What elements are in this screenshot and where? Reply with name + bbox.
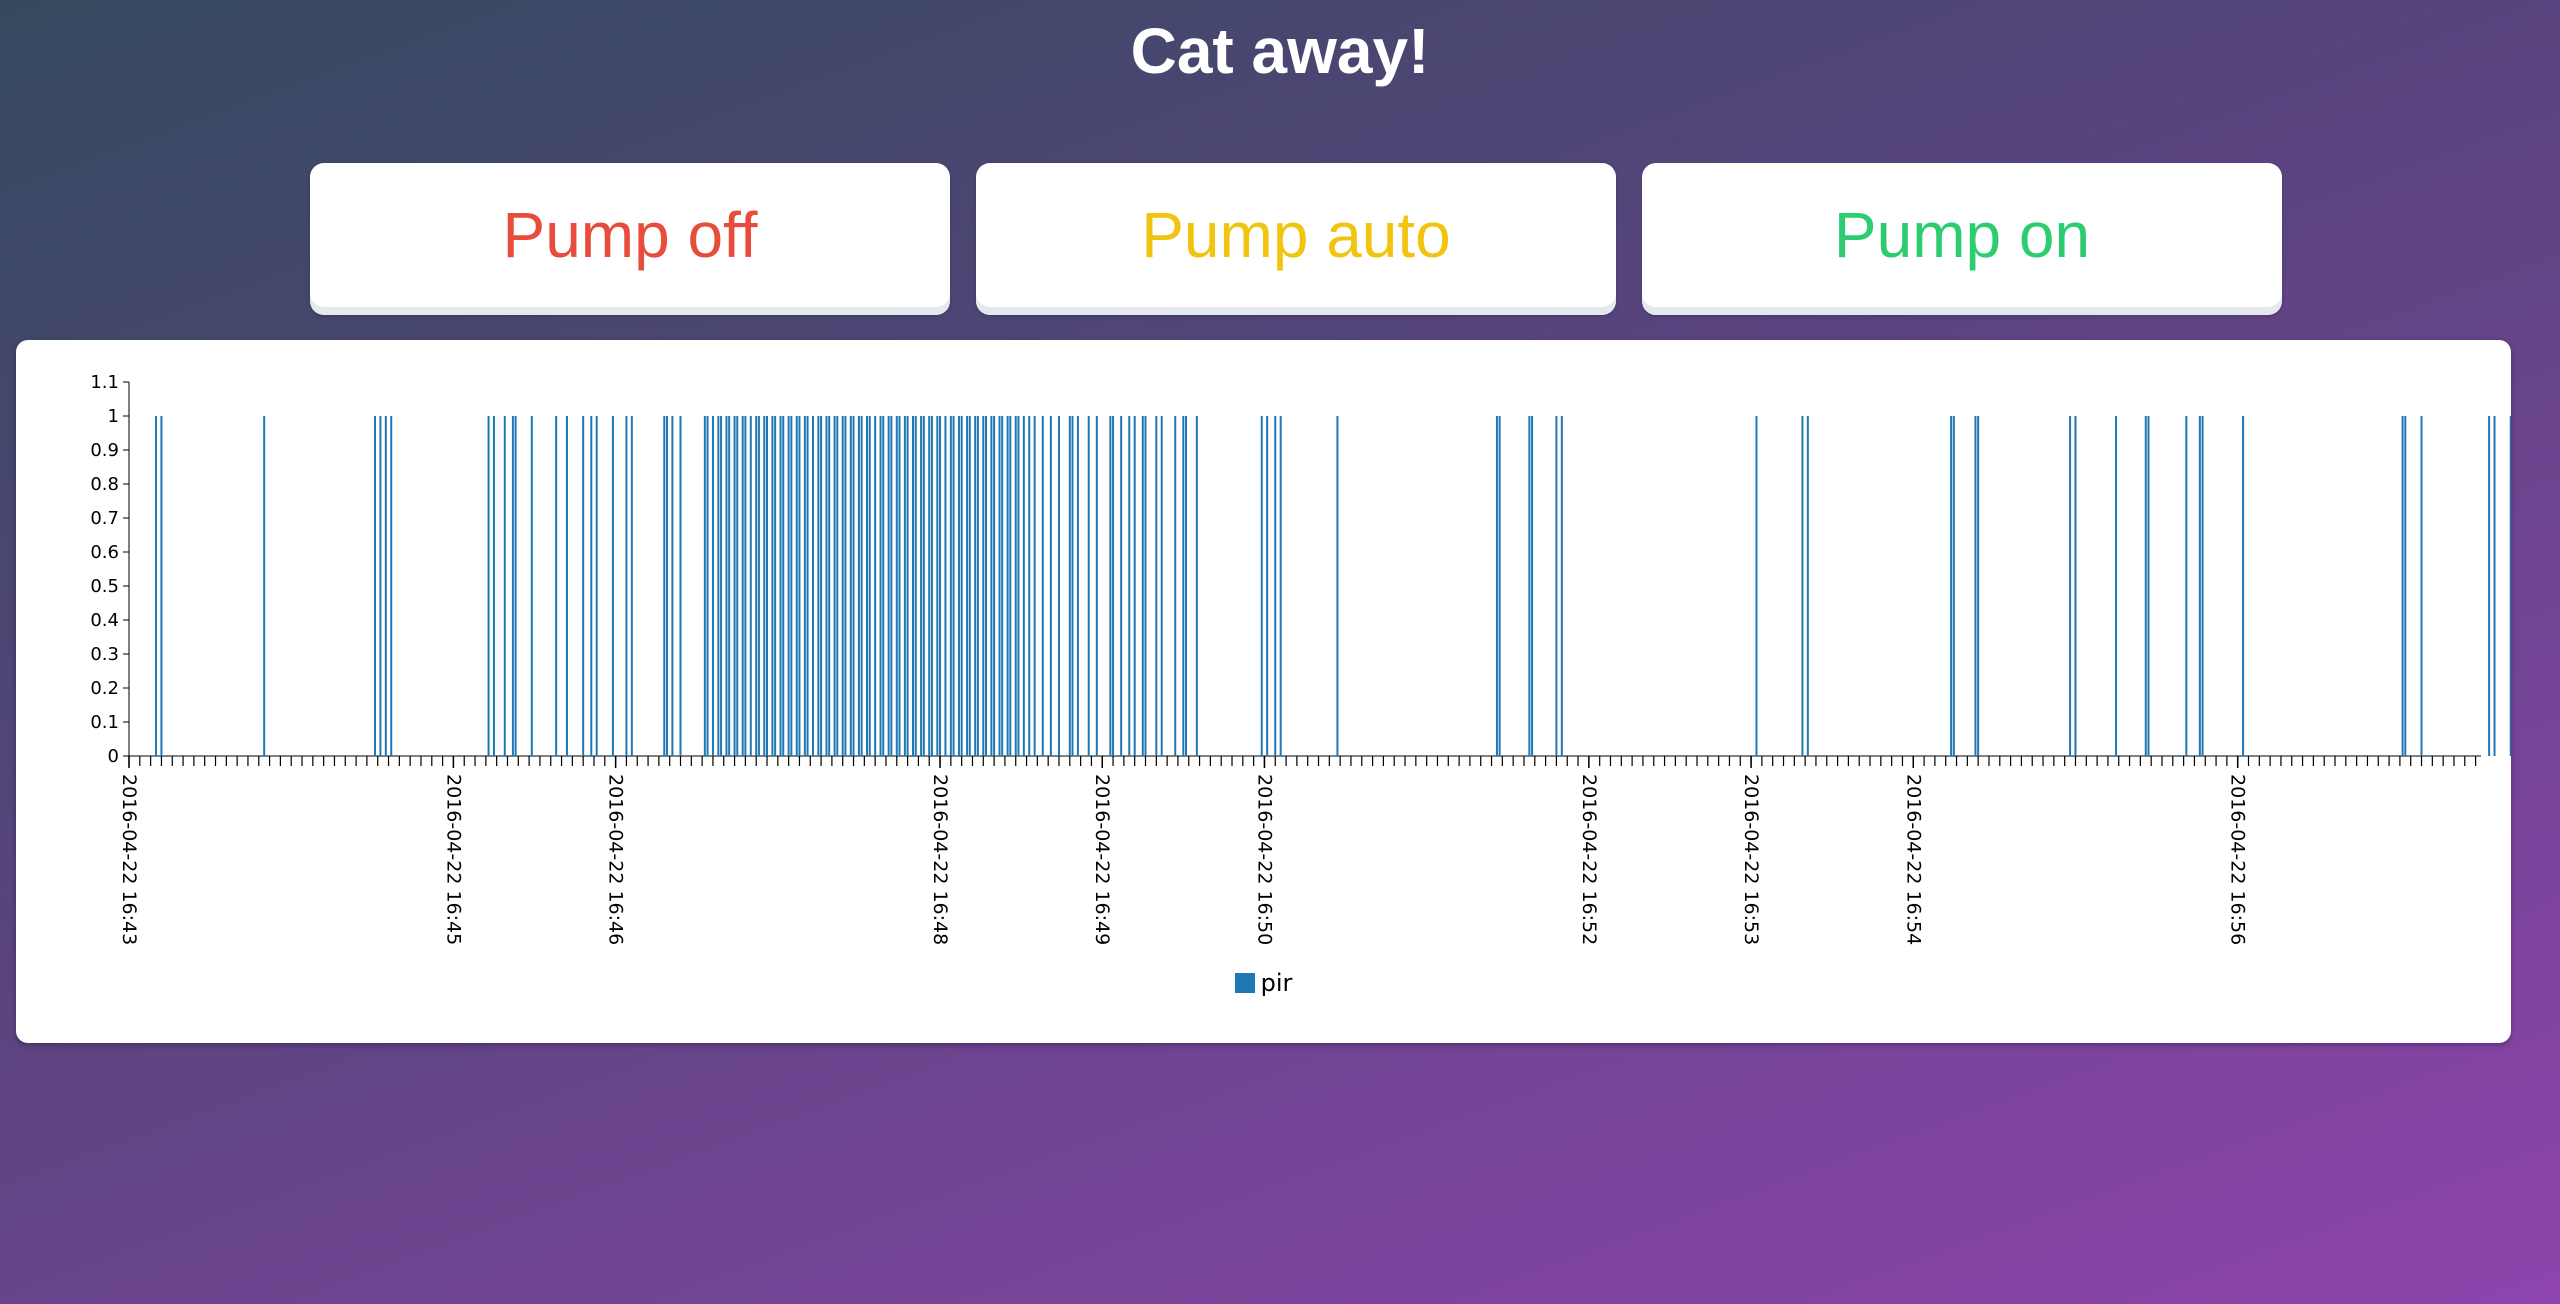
y-tick-label: 1.1 [90,372,119,393]
x-tick-label: 2016-04-22 16:56 [2227,774,2249,945]
y-tick-label: 0.8 [90,474,119,495]
y-tick-label: 0.2 [90,678,119,699]
y-tick-label: 0.7 [90,508,119,529]
x-tick-label: 2016-04-22 16:53 [1740,774,1762,945]
x-tick-label: 2016-04-22 16:48 [929,774,951,945]
y-tick-label: 0.6 [90,542,119,563]
x-tick-label: 2016-04-22 16:45 [442,774,464,945]
legend-label-pir: pir [1260,969,1293,997]
y-tick-label: 0.9 [90,440,119,461]
chart-legend: pir [16,969,2511,997]
pump-on-button[interactable]: Pump on [1642,163,2282,315]
x-tick-label: 2016-04-22 16:46 [605,774,627,945]
y-tick-label: 0.3 [90,644,119,665]
x-tick-label: 2016-04-22 16:50 [1253,774,1275,945]
pir-chart: 0 0.1 0.2 0.3 0.4 0.5 0.6 0.7 0.8 0.9 1 1.1 2016-04-… [90,372,2511,945]
page-title: Cat away! [1130,15,1430,87]
legend-swatch-pir [1234,973,1255,993]
pump-off-button[interactable]: Pump off [310,163,950,315]
pump-controls: Pump off Pump auto Pump on [310,163,2282,315]
x-tick-label: 2016-04-22 16:54 [1902,774,1924,945]
y-tick-label: 0.4 [90,610,119,631]
y-tick-label: 0 [108,746,119,767]
y-tick-label: 0.5 [90,576,119,597]
x-tick-label: 2016-04-22 16:43 [118,774,140,945]
x-tick-label: 2016-04-22 16:52 [1578,774,1600,945]
y-tick-label: 0.1 [90,712,119,733]
chart-panel: 0 0.1 0.2 0.3 0.4 0.5 0.6 0.7 0.8 0.9 1 1.1 2016-04-… [16,340,2511,1043]
y-tick-label: 1 [108,406,119,427]
x-tick-label: 2016-04-22 16:49 [1091,774,1113,945]
pump-auto-button[interactable]: Pump auto [976,163,1616,315]
